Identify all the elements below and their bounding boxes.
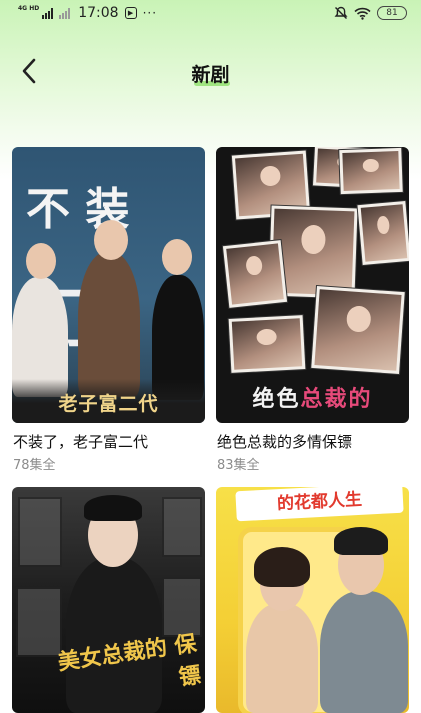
cover-photo xyxy=(357,201,409,265)
drama-episodes: 83集全 xyxy=(217,458,260,473)
header: 新剧 xyxy=(0,44,421,100)
app-notification-icon: ▶ xyxy=(124,7,137,19)
signal-icon-secondary xyxy=(59,7,71,19)
network-type: 4G HD xyxy=(18,5,40,12)
cover-figure-hair xyxy=(254,547,310,587)
cover-photo xyxy=(162,497,202,557)
cover-subtitle: 的花都人生 xyxy=(235,487,404,522)
wifi-icon xyxy=(354,7,371,20)
cover-photo xyxy=(339,147,403,195)
drama-cover[interactable]: 不 装 了 老子富二代 xyxy=(12,147,205,423)
status-time: 17:08 xyxy=(78,5,119,21)
cover-figure xyxy=(320,591,408,713)
drama-card[interactable]: 绝色总裁的 绝色总裁的多情保镖 83集全 xyxy=(216,147,409,473)
drama-card[interactable]: 的花都人生 xyxy=(216,487,409,713)
drama-episodes: 78集全 xyxy=(13,458,56,473)
page-title: 新剧 xyxy=(191,64,230,86)
cover-subtitle: 绝色总裁的 xyxy=(216,381,409,413)
drama-cover[interactable]: 美女总裁的 保镖 xyxy=(12,487,205,713)
cover-figure-hair xyxy=(334,527,388,555)
signal-icon xyxy=(42,7,54,19)
drama-title[interactable]: 不装了，老子富二代 xyxy=(13,431,148,452)
drama-cover[interactable]: 绝色总裁的 xyxy=(216,147,409,423)
drama-card[interactable]: 不 装 了 老子富二代 不装了，老子富二代 78集全 xyxy=(12,147,205,473)
cover-figure-head xyxy=(26,243,56,279)
drama-title[interactable]: 绝色总裁的多情保镖 xyxy=(217,431,352,452)
mute-icon xyxy=(334,6,348,19)
cover-photo xyxy=(18,497,62,567)
cover-figure-head xyxy=(162,239,192,275)
status-bar: 4G HD 17:08 ▶ ··· 81 xyxy=(0,0,421,26)
cover-figure xyxy=(246,603,318,713)
more-notifications-icon: ··· xyxy=(142,6,158,20)
battery-icon: 81 xyxy=(377,6,407,20)
cover-figure xyxy=(78,252,140,397)
cover-figure-hair xyxy=(84,495,142,521)
drama-cover[interactable]: 的花都人生 xyxy=(216,487,409,713)
cover-subtitle-part: 总裁的 xyxy=(300,386,373,412)
cover-subtitle: 老子富二代 xyxy=(58,393,159,415)
cover-subtitle-part: 绝色 xyxy=(252,386,301,412)
cover-figure-head xyxy=(94,220,128,260)
drama-card[interactable]: 美女总裁的 保镖 xyxy=(12,487,205,713)
cover-photo xyxy=(228,315,306,373)
cover-photo xyxy=(311,286,405,374)
cover-photo xyxy=(222,240,288,308)
